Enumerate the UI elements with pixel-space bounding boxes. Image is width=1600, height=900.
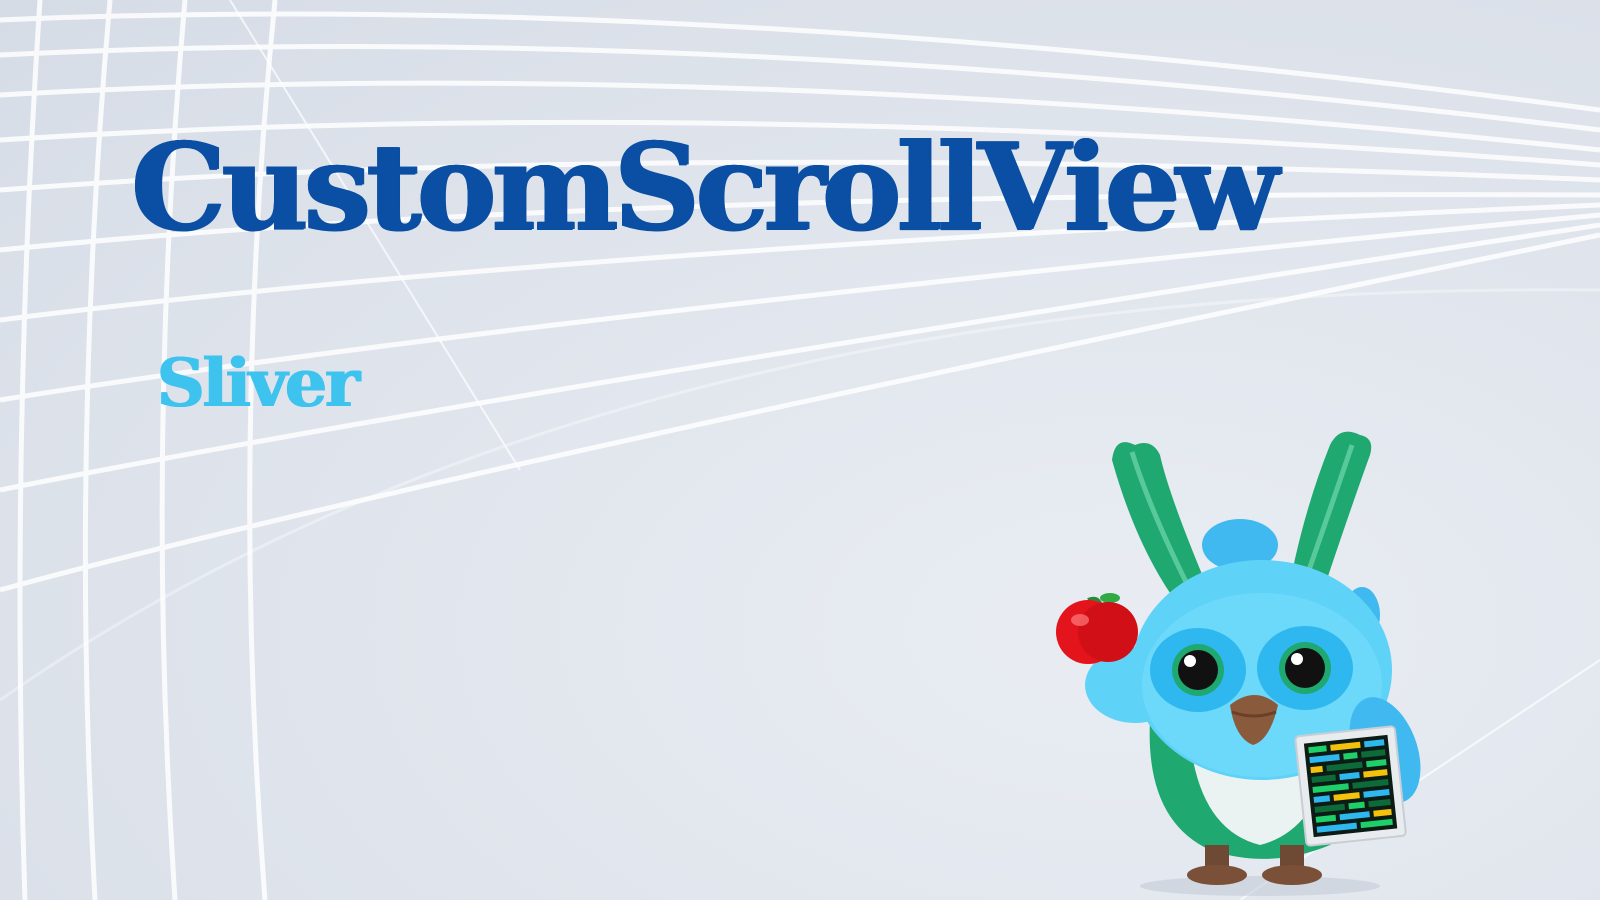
slide-title: CustomScrollView	[130, 117, 1278, 258]
bird-mascot-illustration	[1056, 431, 1421, 896]
apple-icon	[1056, 593, 1138, 664]
slide-subtitle: Sliver	[156, 344, 359, 422]
tablet-icon	[1294, 725, 1407, 847]
